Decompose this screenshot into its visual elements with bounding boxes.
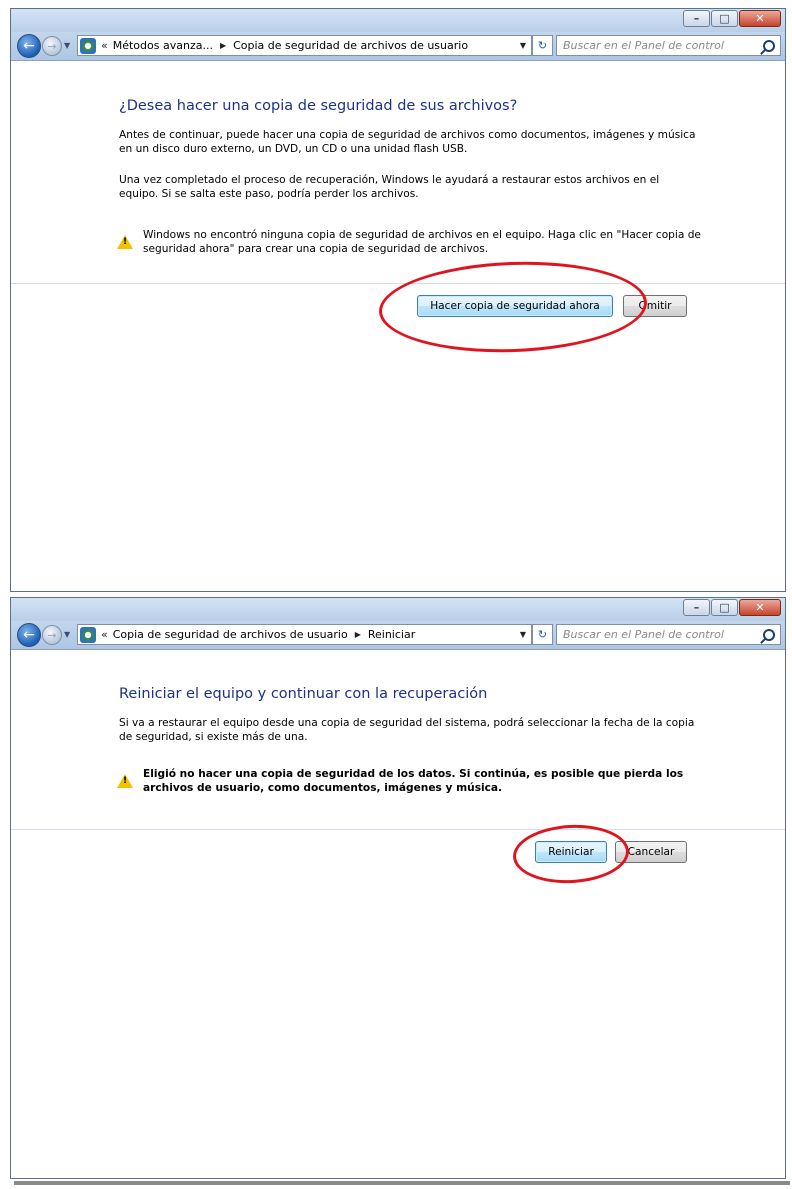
refresh-button[interactable]: ↻ bbox=[532, 624, 553, 645]
search-icon[interactable] bbox=[763, 629, 775, 641]
caption-buttons: – □ ✕ bbox=[682, 599, 781, 616]
search-icon[interactable] bbox=[763, 40, 775, 52]
content-area: Reiniciar el equipo y continuar con la r… bbox=[11, 649, 785, 1178]
title-bar[interactable]: – □ ✕ bbox=[11, 9, 785, 32]
warning-icon: ! bbox=[117, 235, 133, 249]
breadcrumb-item[interactable]: Reiniciar bbox=[368, 628, 415, 641]
divider bbox=[11, 829, 785, 830]
minimize-icon: – bbox=[693, 12, 700, 25]
maximize-button[interactable]: □ bbox=[711, 599, 738, 616]
navigation-bar: ← → ▼ « Métodos avanza... ▶ Copia de seg… bbox=[11, 32, 785, 60]
maximize-icon: □ bbox=[719, 12, 730, 25]
description-text: Una vez completado el proceso de recuper… bbox=[119, 174, 660, 200]
refresh-button[interactable]: ↻ bbox=[532, 35, 553, 56]
back-button[interactable]: ← bbox=[17, 34, 41, 58]
minimize-button[interactable]: – bbox=[683, 10, 710, 27]
description-text: Antes de continuar, puede hacer una copi… bbox=[119, 129, 696, 155]
address-dropdown-icon[interactable]: ▼ bbox=[515, 630, 531, 639]
red-highlight-circle bbox=[377, 257, 649, 357]
warning-text: Windows no encontró ninguna copia de seg… bbox=[143, 229, 701, 255]
search-box[interactable]: Buscar en el Panel de control bbox=[556, 624, 781, 645]
breadcrumb-overflow-icon[interactable]: « bbox=[101, 39, 108, 52]
recent-pages-icon[interactable]: ▼ bbox=[64, 630, 70, 639]
page-title: ¿Desea hacer una copia de seguridad de s… bbox=[119, 98, 518, 114]
title-bar[interactable]: – □ ✕ bbox=[11, 598, 785, 621]
address-dropdown-icon[interactable]: ▼ bbox=[515, 41, 531, 50]
red-highlight-circle bbox=[511, 822, 631, 886]
recent-pages-icon[interactable]: ▼ bbox=[64, 41, 70, 50]
control-panel-icon bbox=[80, 37, 96, 54]
breadcrumb-separator-icon[interactable]: ▶ bbox=[220, 41, 226, 50]
maximize-icon: □ bbox=[719, 601, 730, 614]
caption-buttons: – □ ✕ bbox=[682, 10, 781, 27]
close-button[interactable]: ✕ bbox=[739, 599, 781, 616]
breadcrumb-item[interactable]: Copia de seguridad de archivos de usuari… bbox=[113, 628, 348, 641]
forward-button[interactable]: → bbox=[42, 625, 62, 645]
back-button[interactable]: ← bbox=[17, 623, 41, 647]
address-bar[interactable]: « Copia de seguridad de archivos de usua… bbox=[77, 624, 532, 645]
breadcrumb-item[interactable]: Métodos avanza... bbox=[113, 39, 213, 52]
minimize-button[interactable]: – bbox=[683, 599, 710, 616]
warning-text: Eligió no hacer una copia de seguridad d… bbox=[143, 768, 684, 794]
warning-icon: ! bbox=[117, 774, 133, 788]
search-box[interactable]: Buscar en el Panel de control bbox=[556, 35, 781, 56]
forward-button[interactable]: → bbox=[42, 36, 62, 56]
divider bbox=[11, 283, 785, 284]
window-shadow bbox=[14, 1181, 790, 1185]
restart-window: – □ ✕ ← → ▼ « Copia de seguridad de arch… bbox=[10, 597, 786, 1179]
maximize-button[interactable]: □ bbox=[711, 10, 738, 27]
control-panel-icon bbox=[80, 626, 96, 643]
content-area: ¿Desea hacer una copia de seguridad de s… bbox=[11, 60, 785, 591]
page-title: Reiniciar el equipo y continuar con la r… bbox=[119, 686, 488, 702]
search-placeholder: Buscar en el Panel de control bbox=[563, 628, 724, 641]
breadcrumb-separator-icon[interactable]: ▶ bbox=[355, 630, 361, 639]
breadcrumb-item[interactable]: Copia de seguridad de archivos de usuari… bbox=[233, 39, 468, 52]
close-button[interactable]: ✕ bbox=[739, 10, 781, 27]
navigation-bar: ← → ▼ « Copia de seguridad de archivos d… bbox=[11, 621, 785, 649]
close-icon: ✕ bbox=[755, 12, 765, 25]
address-bar[interactable]: « Métodos avanza... ▶ Copia de seguridad… bbox=[77, 35, 532, 56]
breadcrumb-overflow-icon[interactable]: « bbox=[101, 628, 108, 641]
search-placeholder: Buscar en el Panel de control bbox=[563, 39, 724, 52]
minimize-icon: – bbox=[693, 601, 700, 614]
close-icon: ✕ bbox=[755, 601, 765, 614]
description-text: Si va a restaurar el equipo desde una co… bbox=[119, 717, 695, 743]
backup-window: – □ ✕ ← → ▼ « Métodos avanza... ▶ Copia … bbox=[10, 8, 786, 592]
